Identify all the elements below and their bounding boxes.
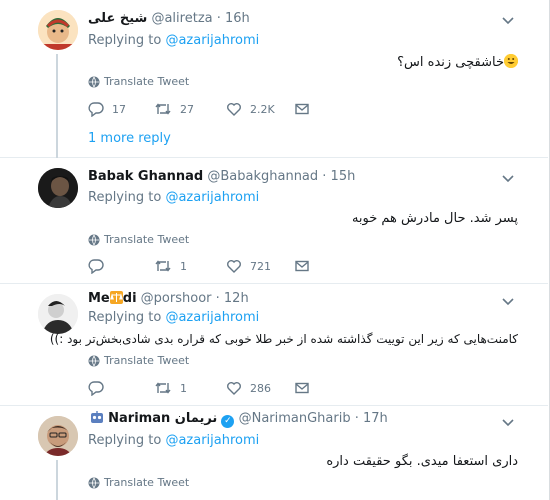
user-handle[interactable]: @porshoor [141, 291, 212, 306]
timestamp[interactable]: · 16h [217, 11, 250, 26]
reply-button[interactable] [88, 257, 104, 275]
thread-line [56, 54, 58, 158]
replying-to: Replying to @azarijahromi [88, 433, 259, 448]
reply-button[interactable]: 17 [88, 100, 126, 118]
display-name[interactable]: Nariman نریمان [108, 411, 217, 426]
replying-to: Replying to @azarijahromi [88, 190, 259, 205]
robot-emoji-icon [90, 411, 104, 424]
tweet-header: Me di @porshoor · 12h [88, 291, 249, 306]
retweet-icon [155, 103, 171, 115]
replying-to-link[interactable]: @azarijahromi [165, 310, 259, 325]
tweet-text: پسر شد. حال مادرش هم خوبه [351, 211, 518, 226]
replying-prefix: Replying to [88, 190, 162, 205]
globe-icon [88, 234, 100, 245]
retweet-count: 27 [180, 102, 194, 116]
dm-button[interactable] [294, 257, 310, 275]
avatar[interactable] [38, 168, 78, 208]
retweet-icon [155, 260, 171, 272]
like-button[interactable]: 286 [226, 379, 271, 397]
chevron-down-icon[interactable] [500, 414, 516, 430]
envelope-icon [295, 382, 309, 394]
user-handle[interactable]: @Babakghannad [207, 169, 318, 184]
tweet-actions: 17 27 2.2K [88, 100, 318, 118]
reply-count: 17 [112, 102, 126, 116]
heart-icon [227, 103, 241, 116]
translate-tweet[interactable]: Translate Tweet [88, 75, 189, 88]
envelope-icon [295, 260, 309, 272]
like-count: 286 [250, 381, 271, 395]
tweet-text: کامنت‌هایی که زیر این توییت گذاشته شده ا… [49, 332, 518, 346]
display-name[interactable]: Me di [88, 291, 137, 306]
user-handle[interactable]: @NarimanGharib [239, 411, 351, 426]
replying-to-link[interactable]: @azarijahromi [165, 433, 259, 448]
replying-to: Replying to @azarijahromi [88, 310, 259, 325]
avatar[interactable] [38, 10, 78, 50]
translate-tweet[interactable]: Translate Tweet [88, 354, 189, 367]
retweet-button[interactable]: 27 [154, 100, 194, 118]
timestamp[interactable]: · 17h [355, 411, 388, 426]
reply-icon [88, 259, 104, 274]
like-count: 2.2K [250, 102, 275, 116]
thread-line [56, 460, 58, 500]
timestamp[interactable]: · 15h [322, 169, 355, 184]
retweet-button[interactable]: 1 [154, 379, 187, 397]
avatar-image [38, 294, 78, 334]
dm-button[interactable] [294, 379, 310, 397]
reply-icon [88, 381, 104, 396]
retweet-button[interactable]: 1 [154, 257, 187, 275]
heart-icon [227, 260, 241, 273]
globe-icon [88, 477, 100, 488]
display-name[interactable]: Babak Ghannad [88, 169, 203, 184]
replying-to-link[interactable]: @azarijahromi [165, 33, 259, 48]
tweet-feed: شیخ علی @aliretza · 16h Replying to @aza… [0, 0, 550, 500]
globe-icon [88, 76, 100, 87]
dm-button[interactable] [294, 100, 310, 118]
tweet-1[interactable]: شیخ علی @aliretza · 16h Replying to @aza… [0, 0, 548, 158]
retweet-count: 1 [180, 381, 187, 395]
tweet-actions: 1 286 [88, 379, 318, 397]
display-name[interactable]: شیخ علی [88, 11, 147, 26]
avatar-image [38, 416, 78, 456]
timestamp[interactable]: · 12h [216, 291, 249, 306]
chevron-down-icon[interactable] [500, 12, 516, 28]
grinning-emoji-icon [504, 54, 518, 68]
tweet-actions: 1 721 [88, 257, 318, 275]
translate-tweet[interactable]: Translate Tweet [88, 476, 189, 489]
replying-prefix: Replying to [88, 33, 162, 48]
scales-emoji-icon [109, 291, 123, 304]
chevron-down-icon[interactable] [500, 293, 516, 309]
tweet-text: خاشقچی زنده اس؟ [397, 54, 518, 70]
avatar-image [38, 10, 78, 50]
tweet-header: شیخ علی @aliretza · 16h [88, 11, 250, 26]
avatar-image [38, 168, 78, 208]
user-handle[interactable]: @aliretza [151, 11, 212, 26]
tweet-4[interactable]: Nariman نریمان ✓ @NarimanGharib · 17h Re… [0, 406, 548, 500]
tweet-2[interactable]: Babak Ghannad @Babakghannad · 15h Replyi… [0, 158, 548, 284]
tweet-text: داری استعفا میدی. بگو حقیقت داره [326, 454, 518, 469]
like-count: 721 [250, 259, 271, 273]
replying-prefix: Replying to [88, 310, 162, 325]
reply-button[interactable] [88, 379, 104, 397]
tweet-header: Nariman نریمان ✓ @NarimanGharib · 17h [90, 411, 388, 428]
retweet-count: 1 [180, 259, 187, 273]
verified-badge-icon: ✓ [221, 415, 235, 428]
reply-icon [88, 102, 104, 117]
tweet-header: Babak Ghannad @Babakghannad · 15h [88, 169, 355, 184]
like-button[interactable]: 721 [226, 257, 271, 275]
heart-icon [227, 382, 241, 395]
avatar[interactable] [38, 294, 78, 334]
avatar[interactable] [38, 416, 78, 456]
replying-to-link[interactable]: @azarijahromi [165, 190, 259, 205]
replying-prefix: Replying to [88, 433, 162, 448]
chevron-down-icon[interactable] [500, 170, 516, 186]
more-replies-link[interactable]: 1 more reply [88, 131, 171, 146]
translate-tweet[interactable]: Translate Tweet [88, 233, 189, 246]
tweet-3[interactable]: Me di @porshoor · 12h Replying to @azarij… [0, 284, 548, 406]
envelope-icon [295, 103, 309, 115]
globe-icon [88, 355, 100, 366]
like-button[interactable]: 2.2K [226, 100, 275, 118]
replying-to: Replying to @azarijahromi [88, 33, 259, 48]
retweet-icon [155, 382, 171, 394]
